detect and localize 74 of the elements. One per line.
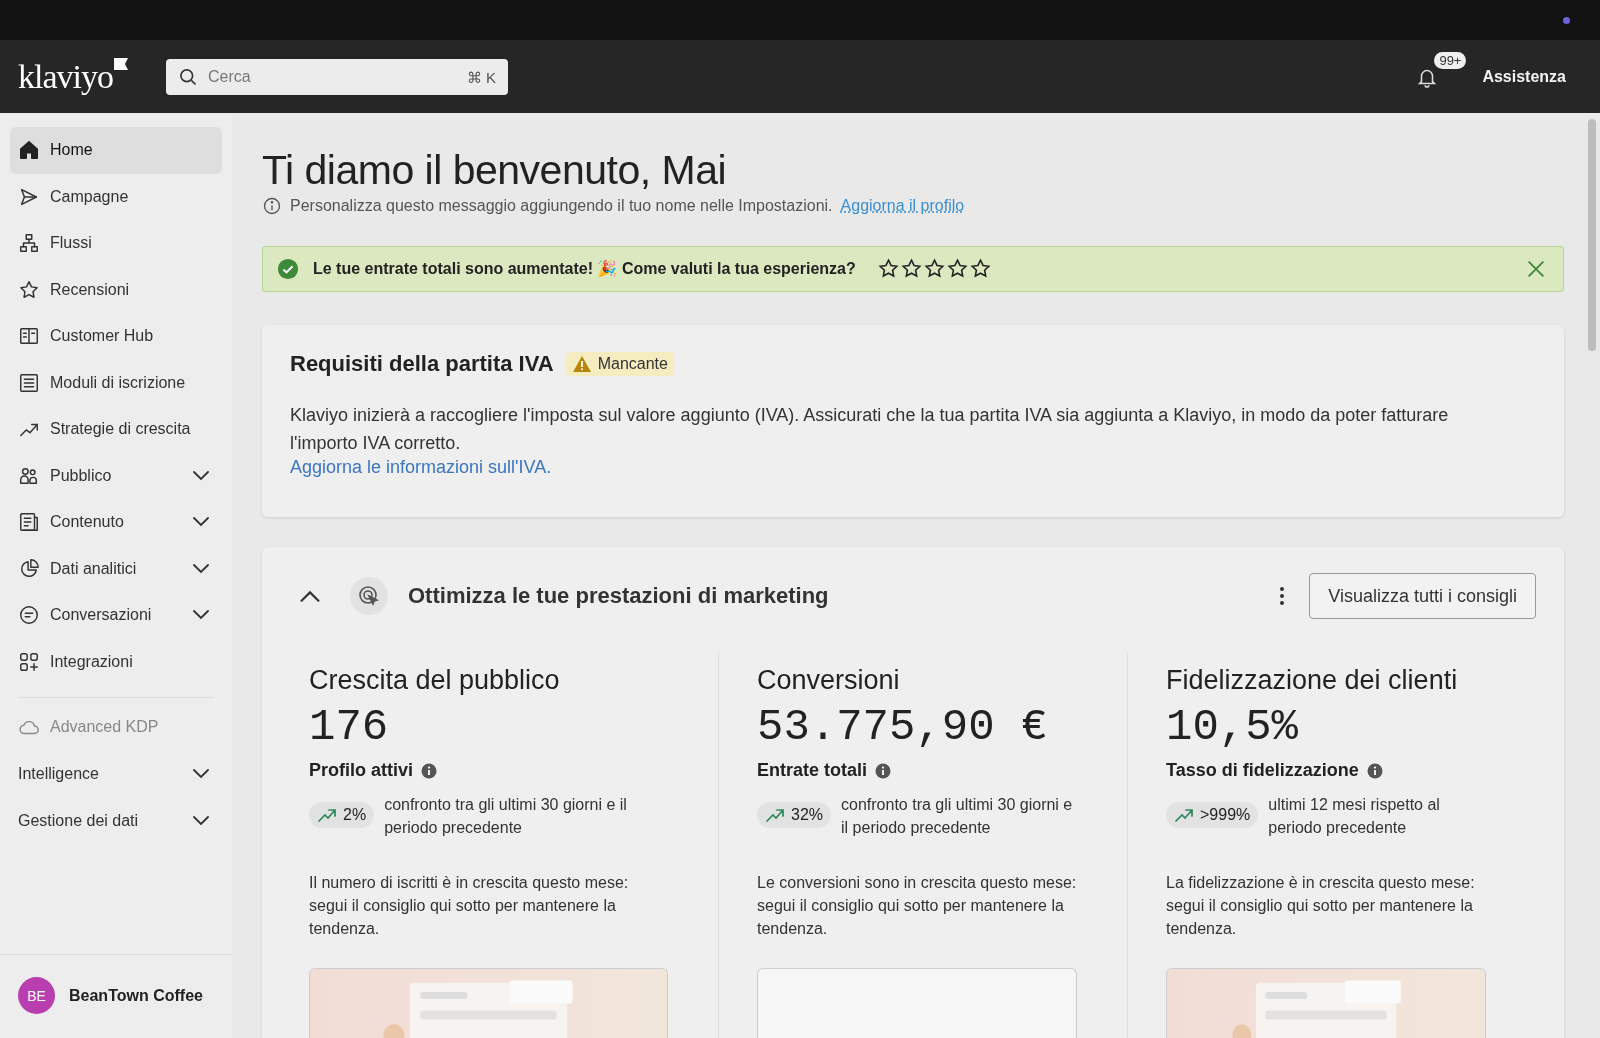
star-icon[interactable] [969,258,991,280]
star-icon[interactable] [923,258,945,280]
section-title: Ottimizza le tue prestazioni di marketing [408,583,829,609]
card-text: Klaviyo inizierà a raccogliere l'imposta sul valore aggiunto (IVA). Assicurati che la tua partita IVA sia aggiunta a Klaviyo, in modo da poter fatturare l'importo IVA corretto. [290,403,1450,455]
metric-value: 10,5% [1166,702,1300,752]
sidebar-item[interactable]: Campagne [10,173,222,220]
sidebar-item[interactable]: Customer Hub [10,313,222,360]
grid-icon [18,650,40,673]
flow-icon [18,232,40,255]
document-icon [18,511,40,534]
sidebar-item[interactable]: Home [10,127,222,174]
metric-description: Le conversioni sono in crescita questo mese: segui il consiglio qui sotto per mantenere la tendenza. [757,873,1077,939]
change-badge: >999% [1166,802,1259,828]
shortcut-hint: ⌘ K [466,68,496,87]
star-icon[interactable] [900,258,922,280]
trend-up-icon [1174,807,1194,823]
scrollbar[interactable] [1588,119,1596,351]
view-all-button[interactable]: Visualizza tutti i consigli [1309,573,1536,619]
metric-description: Il numero di iscritti è in crescita questo mese: segui il consiglio qui sotto per mantenere la tendenza. [309,873,630,939]
metric-value: 53.775,90 € [757,702,1049,752]
metric-title: Crescita del pubblico [309,665,561,696]
info-icon[interactable] [875,762,891,779]
comparison-text: confronto tra gli ultimi 30 giorni e il periodo precedente [841,795,1074,838]
sidebar-item[interactable]: Pubblico [10,452,222,499]
home-icon [18,139,40,162]
sidebar-item[interactable]: Moduli di iscrizione [10,359,222,406]
sidebar-section[interactable]: Gestione dei dati [10,797,222,845]
sidebar-item[interactable]: Flussi [10,220,222,267]
account-name[interactable]: BeanTown Coffee [69,986,203,1005]
warning-icon [571,354,592,373]
page-title: Ti diamo il benvenuto, Mai [262,147,728,194]
card-title: Requisiti della partita IVA [290,350,554,377]
status-dot [1563,16,1570,24]
metric-description: La fidelizzazione è in crescita questo mese: segui il consiglio qui sotto per mantenere la tendenza. [1166,873,1476,939]
comparison-text: confronto tra gli ultimi 30 giorni e il periodo precedente [384,795,628,838]
metric-label: Profilo attivi [309,760,413,781]
account-avatar[interactable]: BE [18,977,55,1014]
logo[interactable]: klaviyo [18,57,113,96]
trend-up-icon [317,807,337,823]
collapse-chevron-icon[interactable] [300,590,320,602]
info-icon [262,196,282,216]
notification-badge: 99+ [1434,51,1467,69]
sidebar-section[interactable]: Intelligence [10,750,222,798]
sidebar-item[interactable]: Contenuto [10,499,222,546]
status-badge: Mancante [565,351,674,376]
metric-title: Fidelizzazione dei clienti [1166,665,1459,696]
change-badge: 32% [757,802,832,828]
sidebar-item[interactable]: Strategie di crescita [10,406,222,453]
comparison-text: ultimi 12 mesi rispetto al periodo precedente [1268,795,1441,838]
chat-icon [18,604,40,627]
flag-icon [114,57,128,70]
sidebar-item[interactable]: Recensioni [10,266,222,313]
info-icon[interactable] [421,762,437,779]
cursor-click-icon [350,577,388,615]
star-icon [18,278,40,301]
metric-title: Conversioni [757,665,901,696]
pie-icon [18,557,40,580]
subtitle-text: Personalizza questo messaggio aggiungendo il tuo nome nelle Impostazioni. [290,197,833,215]
trend-up-icon [765,807,785,823]
vat-link[interactable]: Aggiorna le informazioni sull'IVA. [290,456,552,477]
sidebar-item[interactable]: Integrazioni [10,638,222,685]
sidebar-item[interactable]: Dati analitici [10,545,222,592]
help-link[interactable]: Assistenza [1476,66,1572,87]
star-icon[interactable] [877,258,899,280]
metric-label: Entrate totali [757,760,867,781]
banner-message: Le tue entrate totali sono aumentate! 🎉 Come valuti la tua esperienza? [313,259,856,279]
metric-value: 176 [309,702,390,752]
sidebar-item[interactable]: Conversazioni [10,592,222,639]
form-icon [18,371,40,394]
metric-label: Tasso di fidelizzazione [1166,760,1359,781]
change-badge: 2% [309,802,375,828]
star-icon[interactable] [946,258,968,280]
check-icon [277,257,299,280]
info-icon[interactable] [1366,762,1383,779]
